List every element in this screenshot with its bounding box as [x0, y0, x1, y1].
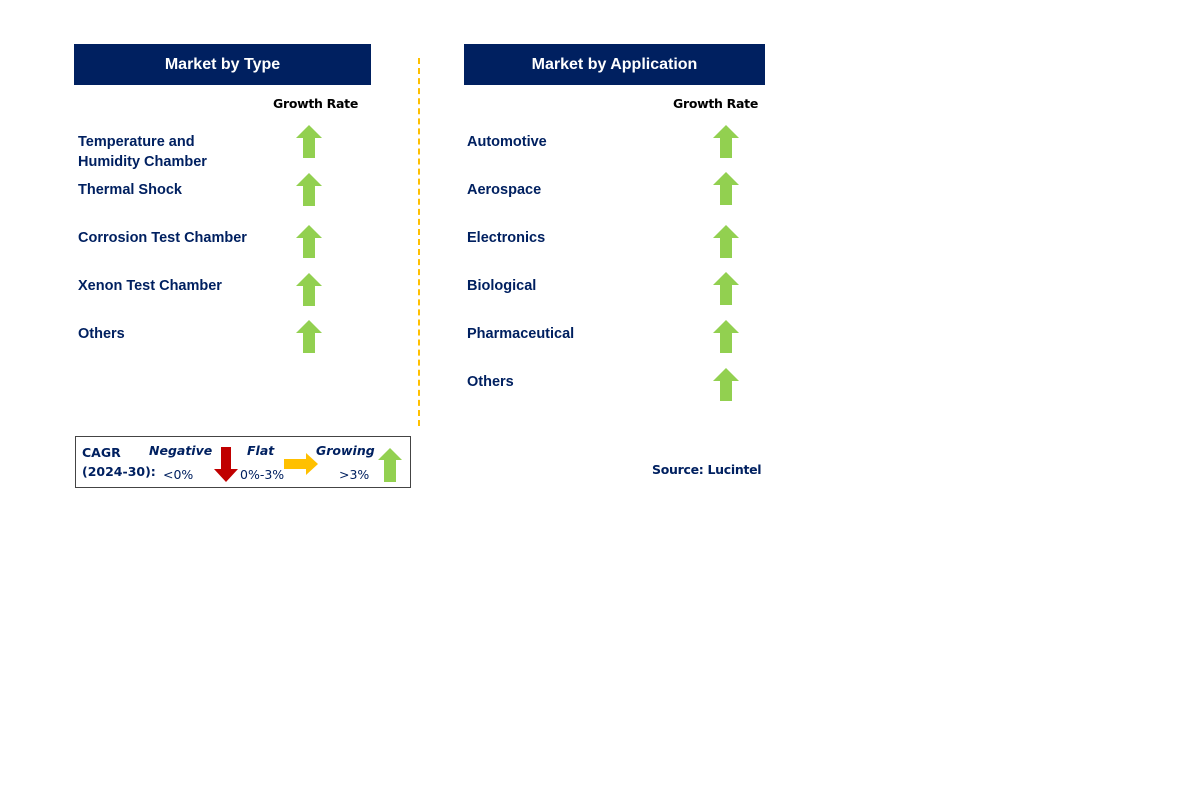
legend-period: (2024-30):: [82, 464, 156, 479]
legend-flat: Flat: [247, 443, 275, 458]
application-growth-up-arrow-icon: [713, 225, 739, 258]
type-growth-header: Growth Rate: [273, 96, 358, 111]
cagr-legend: CAGR (2024-30): Negative <0% Flat 0%-3% …: [75, 436, 411, 488]
type-growth-up-arrow-icon: [296, 273, 322, 306]
app-item-3: Electronics: [467, 230, 546, 246]
application-growth-up-arrow-icon: [713, 272, 739, 305]
app-item-6: Others: [467, 374, 514, 390]
app-item-2: Aerospace: [467, 182, 542, 198]
legend-flat-range: 0%-3%: [240, 467, 285, 482]
application-panel-title: Market by Application: [464, 44, 765, 85]
type-panel-title: Market by Type: [74, 44, 371, 85]
application-growth-up-arrow-icon: [713, 368, 739, 401]
legend-growing: Growing: [316, 443, 375, 458]
down-arrow-icon: [214, 447, 238, 482]
type-growth-up-arrow-icon: [296, 125, 322, 158]
up-arrow-icon: [378, 448, 402, 482]
flat-arrow-icon: [284, 453, 318, 475]
application-growth-up-arrow-icon: [713, 172, 739, 205]
legend-negative-range: <0%: [163, 467, 194, 482]
legend-cagr: CAGR: [82, 445, 121, 460]
application-growth-header: Growth Rate: [673, 96, 758, 111]
type-item-3: Corrosion Test Chamber: [78, 230, 247, 246]
legend-negative: Negative: [149, 443, 213, 458]
app-item-1: Automotive: [467, 134, 547, 150]
application-growth-up-arrow-icon: [713, 320, 739, 353]
type-item-5: Others: [78, 326, 125, 342]
type-growth-up-arrow-icon: [296, 173, 322, 206]
divider: [418, 58, 420, 426]
type-growth-up-arrow-icon: [296, 320, 322, 353]
type-item-1: Temperature and Humidity Chamber: [78, 134, 207, 170]
type-item-2: Thermal Shock: [78, 182, 182, 198]
type-growth-up-arrow-icon: [296, 225, 322, 258]
app-item-4: Biological: [467, 278, 537, 294]
application-growth-up-arrow-icon: [713, 125, 739, 158]
legend-growing-range: >3%: [339, 467, 370, 482]
type-item-4: Xenon Test Chamber: [78, 278, 222, 294]
source-note: Source: Lucintel: [652, 462, 762, 477]
app-item-5: Pharmaceutical: [467, 326, 575, 342]
